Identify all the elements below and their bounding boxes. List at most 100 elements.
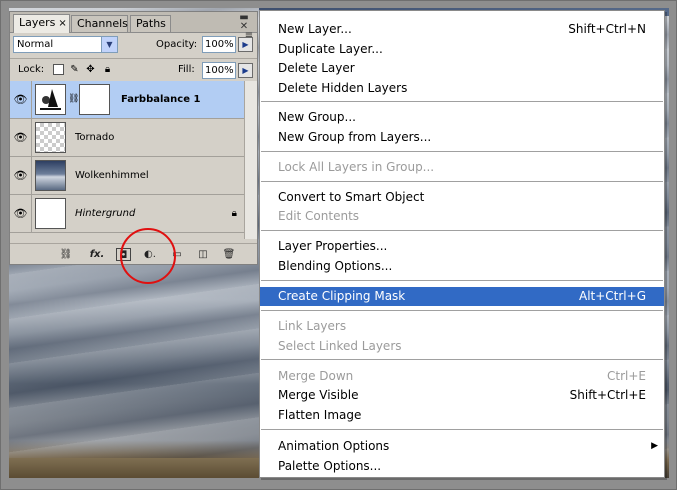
layers-scrollbar[interactable] <box>244 81 257 239</box>
menu-item-label: Link Layers <box>278 319 347 333</box>
menu-separator <box>261 101 663 102</box>
photo-field <box>9 458 269 478</box>
layer-name: Hintergrund <box>75 208 136 219</box>
tab-channels-label: Channels <box>77 17 128 30</box>
trash-icon[interactable]: 🗑︎ <box>222 248 236 261</box>
adjustment-thumbnail <box>35 84 66 115</box>
layer-mask-thumbnail[interactable] <box>79 84 110 115</box>
menu-item-merge-visible[interactable]: Merge Visible Shift+Ctrl+E <box>260 386 664 405</box>
layer-row-hintergrund[interactable]: 👁︎ Hintergrund 🔒︎ <box>10 195 244 233</box>
lock-move-icon[interactable]: ✥ <box>85 64 96 75</box>
tab-channels[interactable]: Channels <box>71 15 128 32</box>
menu-item-new-group[interactable]: New Group... <box>260 108 664 127</box>
menu-item-label: Merge Down <box>278 369 354 383</box>
layer-row-farbbalance[interactable]: 👁︎ ⛓ Farbbalance 1 <box>10 81 244 119</box>
menu-item-link-layers: Link Layers <box>260 317 664 336</box>
submenu-arrow-icon: ▶ <box>651 441 658 451</box>
minimize-icon[interactable]: ▬ ✕ <box>234 13 254 32</box>
menu-item-label: New Group... <box>278 110 356 124</box>
menu-separator <box>261 280 663 281</box>
lock-label: Lock: <box>18 64 45 75</box>
menu-item-lock-all-layers-in-group: Lock All Layers in Group... <box>260 158 664 177</box>
menu-item-duplicate-layer[interactable]: Duplicate Layer... <box>260 40 664 59</box>
layer-thumbnail <box>35 160 66 191</box>
menu-item-label: Select Linked Layers <box>278 339 402 353</box>
menu-item-label: Lock All Layers in Group... <box>278 160 435 174</box>
blend-mode-value: Normal <box>17 39 54 50</box>
lock-row: Lock: ✎ ✥ 🔒︎ Fill: 100% ▶ <box>10 58 257 81</box>
fill-label: Fill: <box>178 64 195 75</box>
menu-item-shortcut: Shift+Ctrl+N <box>568 22 646 36</box>
menu-item-new-group-from-layers[interactable]: New Group from Layers... <box>260 128 664 147</box>
layer-row-tornado[interactable]: 👁︎ Tornado <box>10 119 244 157</box>
tab-layers-label: Layers <box>19 16 56 29</box>
lock-icon: 🔒︎ <box>231 208 237 219</box>
layers-panel: Layers × Channels Paths ▬ ✕ ≡ Normal ▼ Op… <box>9 11 258 265</box>
lock-transparent-icon[interactable] <box>53 64 64 75</box>
menu-item-label: Delete Layer <box>278 61 355 75</box>
lock-all-icon[interactable]: 🔒︎ <box>102 64 113 75</box>
menu-item-label: Delete Hidden Layers <box>278 81 408 95</box>
menu-item-label: Edit Contents <box>278 209 360 223</box>
link-layers-icon[interactable]: ⛓ <box>58 248 74 261</box>
menu-item-convert-to-smart-object[interactable]: Convert to Smart Object <box>260 188 664 207</box>
annotation-circle <box>120 228 176 284</box>
layers-context-menu: New Layer... Shift+Ctrl+N Duplicate Laye… <box>259 10 665 478</box>
menu-separator <box>261 181 663 182</box>
menu-separator <box>261 429 663 430</box>
menu-item-label: Duplicate Layer... <box>278 42 383 56</box>
layer-row-wolkenhimmel[interactable]: 👁︎ Wolkenhimmel <box>10 157 244 195</box>
menu-item-label: Palette Options... <box>278 459 382 473</box>
menu-item-merge-down: Merge Down Ctrl+E <box>260 367 664 386</box>
eye-icon[interactable]: 👁︎ <box>10 119 32 156</box>
menu-item-shortcut: Alt+Ctrl+G <box>578 289 646 303</box>
lock-brush-icon[interactable]: ✎ <box>69 64 80 75</box>
fx-icon[interactable]: fx. <box>89 248 105 261</box>
blend-row: Normal ▼ Opacity: 100% ▶ <box>10 33 257 57</box>
menu-item-label: Create Clipping Mask <box>278 289 406 303</box>
eye-icon[interactable]: 👁︎ <box>10 157 32 194</box>
menu-separator <box>261 359 663 360</box>
layer-thumbnail <box>35 122 66 153</box>
eye-icon[interactable]: 👁︎ <box>10 81 32 118</box>
fill-slider-button[interactable]: ▶ <box>238 63 253 78</box>
eye-icon[interactable]: 👁︎ <box>10 195 32 232</box>
menu-item-palette-options[interactable]: Palette Options... <box>260 457 664 476</box>
layer-name: Tornado <box>75 132 115 143</box>
fill-input[interactable]: 100% <box>202 62 236 79</box>
panel-tabs: Layers × Channels Paths ▬ ✕ ≡ <box>10 12 257 41</box>
blend-mode-select[interactable]: Normal ▼ <box>13 36 118 53</box>
layer-name: Farbbalance 1 <box>121 94 201 105</box>
menu-item-label: New Group from Layers... <box>278 130 432 144</box>
menu-item-select-linked-layers: Select Linked Layers <box>260 337 664 356</box>
menu-item-animation-options[interactable]: Animation Options ▶ <box>260 437 664 456</box>
menu-separator <box>261 310 663 311</box>
layers-list: 👁︎ ⛓ Farbbalance 1 👁︎ Tornado 👁︎ Wolkenh… <box>10 81 244 239</box>
chevron-down-icon[interactable]: ▼ <box>101 37 117 52</box>
menu-item-shortcut: Shift+Ctrl+E <box>569 388 646 402</box>
menu-item-label: Blending Options... <box>278 259 393 273</box>
tab-layers[interactable]: Layers × <box>13 14 70 33</box>
menu-item-label: Animation Options <box>278 439 390 453</box>
opacity-slider-button[interactable]: ▶ <box>238 37 253 52</box>
tab-paths-label: Paths <box>136 17 166 30</box>
menu-item-create-clipping-mask[interactable]: Create Clipping Mask Alt+Ctrl+G <box>260 287 664 306</box>
menu-item-blending-options[interactable]: Blending Options... <box>260 257 664 276</box>
menu-item-delete-layer[interactable]: Delete Layer <box>260 59 664 78</box>
new-layer-icon[interactable]: ◫ <box>196 248 210 261</box>
menu-item-label: Merge Visible <box>278 388 359 402</box>
menu-item-new-layer[interactable]: New Layer... Shift+Ctrl+N <box>260 20 664 39</box>
panel-controls: ▬ ✕ ≡ <box>234 13 254 41</box>
menu-item-flatten-image[interactable]: Flatten Image <box>260 406 664 425</box>
tab-paths[interactable]: Paths <box>130 15 171 32</box>
menu-item-delete-hidden-layers[interactable]: Delete Hidden Layers <box>260 79 664 98</box>
menu-item-edit-contents: Edit Contents <box>260 207 664 226</box>
opacity-input[interactable]: 100% <box>202 36 236 53</box>
menu-item-label: New Layer... <box>278 22 352 36</box>
opacity-label: Opacity: <box>156 39 198 50</box>
link-chain-icon: ⛓ <box>68 94 80 104</box>
menu-item-layer-properties[interactable]: Layer Properties... <box>260 237 664 256</box>
layer-name: Wolkenhimmel <box>75 170 149 181</box>
close-icon[interactable]: × <box>58 18 66 29</box>
layer-thumbnail <box>35 198 66 229</box>
